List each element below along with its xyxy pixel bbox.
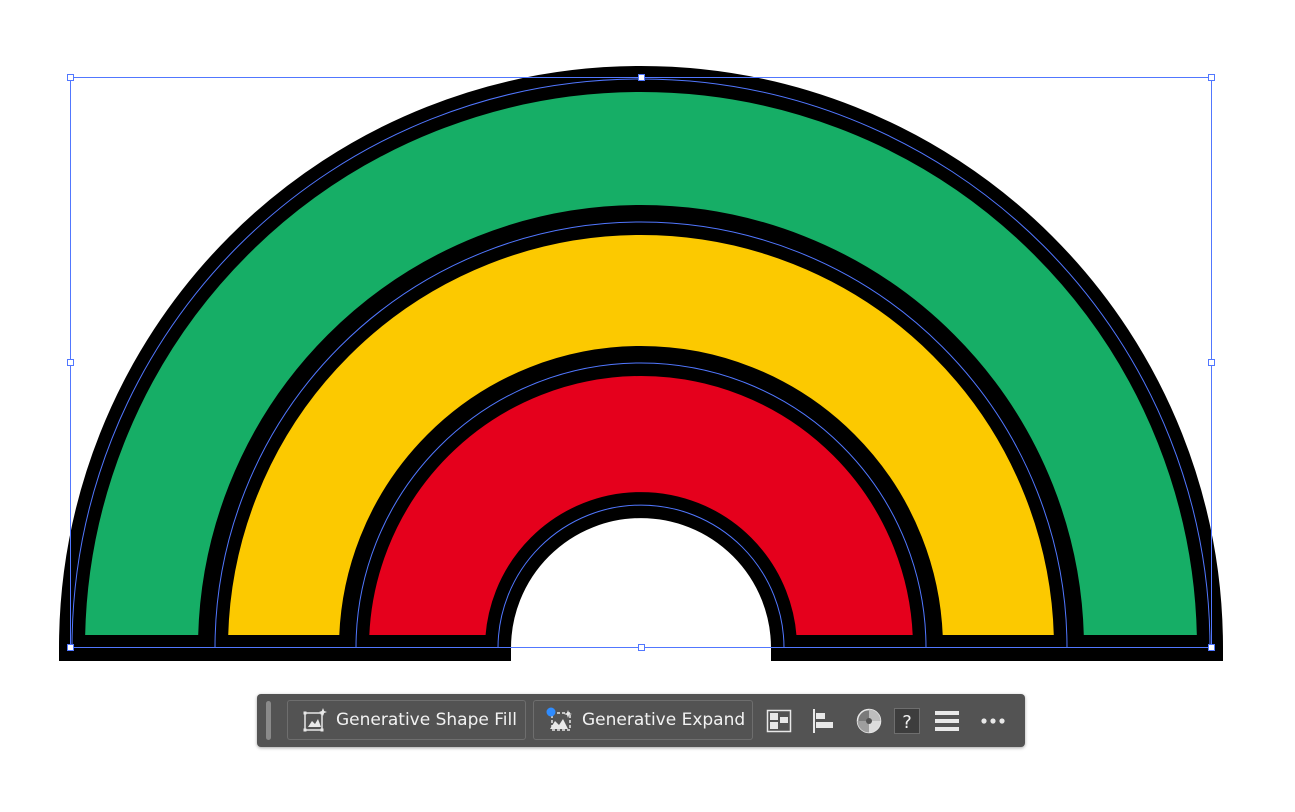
generative-expand-icon (546, 707, 572, 731)
generative-expand-button[interactable]: Generative Expand (533, 700, 753, 740)
handle-top-center[interactable] (638, 74, 645, 81)
more-options-icon[interactable] (978, 706, 1008, 736)
handle-bottom-center[interactable] (638, 644, 645, 651)
handle-bottom-left[interactable] (67, 644, 74, 651)
new-feature-badge-icon (546, 707, 556, 717)
taskbar-drag-handle[interactable] (266, 701, 271, 740)
help-icon[interactable]: ? (892, 706, 922, 736)
generative-expand-label: Generative Expand (582, 710, 746, 730)
generative-shape-fill-label: Generative Shape Fill (336, 710, 517, 730)
artboard[interactable] (0, 0, 1295, 812)
handle-middle-left[interactable] (67, 359, 74, 366)
recolor-icon[interactable] (854, 706, 884, 736)
svg-text:?: ? (902, 712, 912, 733)
handle-middle-right[interactable] (1208, 359, 1215, 366)
arrange-icon[interactable] (764, 706, 794, 736)
generative-shape-fill-icon (303, 708, 327, 732)
generative-shape-fill-button[interactable]: Generative Shape Fill (287, 700, 526, 740)
align-left-icon[interactable] (808, 706, 838, 736)
handle-top-left[interactable] (67, 74, 74, 81)
contextual-taskbar: Generative Shape Fill Generative Expand (257, 694, 1025, 747)
handle-top-right[interactable] (1208, 74, 1215, 81)
properties-menu-icon[interactable] (932, 706, 962, 736)
handle-bottom-right[interactable] (1208, 644, 1215, 651)
